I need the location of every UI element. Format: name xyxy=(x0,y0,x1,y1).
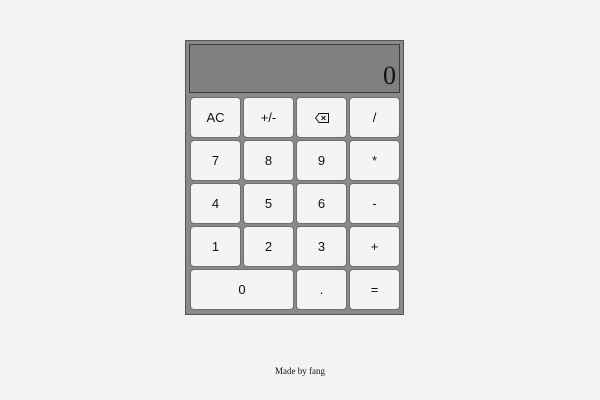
display-value: 0 xyxy=(383,61,396,90)
digit-6-button[interactable]: 6 xyxy=(296,183,347,224)
digit-9-button[interactable]: 9 xyxy=(296,140,347,181)
clear-button[interactable]: AC xyxy=(190,97,241,138)
digit-2-button[interactable]: 2 xyxy=(243,226,294,267)
calculator: 0 AC +/- / 7 8 9 * 4 5 6 - 1 2 3 + 0 . = xyxy=(185,40,404,315)
divide-button[interactable]: / xyxy=(349,97,400,138)
digit-7-button[interactable]: 7 xyxy=(190,140,241,181)
subtract-button[interactable]: - xyxy=(349,183,400,224)
digit-1-button[interactable]: 1 xyxy=(190,226,241,267)
display: 0 xyxy=(189,44,400,93)
page: 0 AC +/- / 7 8 9 * 4 5 6 - 1 2 3 + 0 . =… xyxy=(0,0,600,400)
digit-8-button[interactable]: 8 xyxy=(243,140,294,181)
add-button[interactable]: + xyxy=(349,226,400,267)
equals-button[interactable]: = xyxy=(349,269,400,310)
digit-5-button[interactable]: 5 xyxy=(243,183,294,224)
negate-button[interactable]: +/- xyxy=(243,97,294,138)
multiply-button[interactable]: * xyxy=(349,140,400,181)
backspace-icon xyxy=(314,112,329,123)
backspace-button[interactable] xyxy=(296,97,347,138)
decimal-button[interactable]: . xyxy=(296,269,347,310)
credit-text: Made by fang xyxy=(275,366,325,376)
digit-4-button[interactable]: 4 xyxy=(190,183,241,224)
digit-3-button[interactable]: 3 xyxy=(296,226,347,267)
digit-0-button[interactable]: 0 xyxy=(190,269,294,310)
